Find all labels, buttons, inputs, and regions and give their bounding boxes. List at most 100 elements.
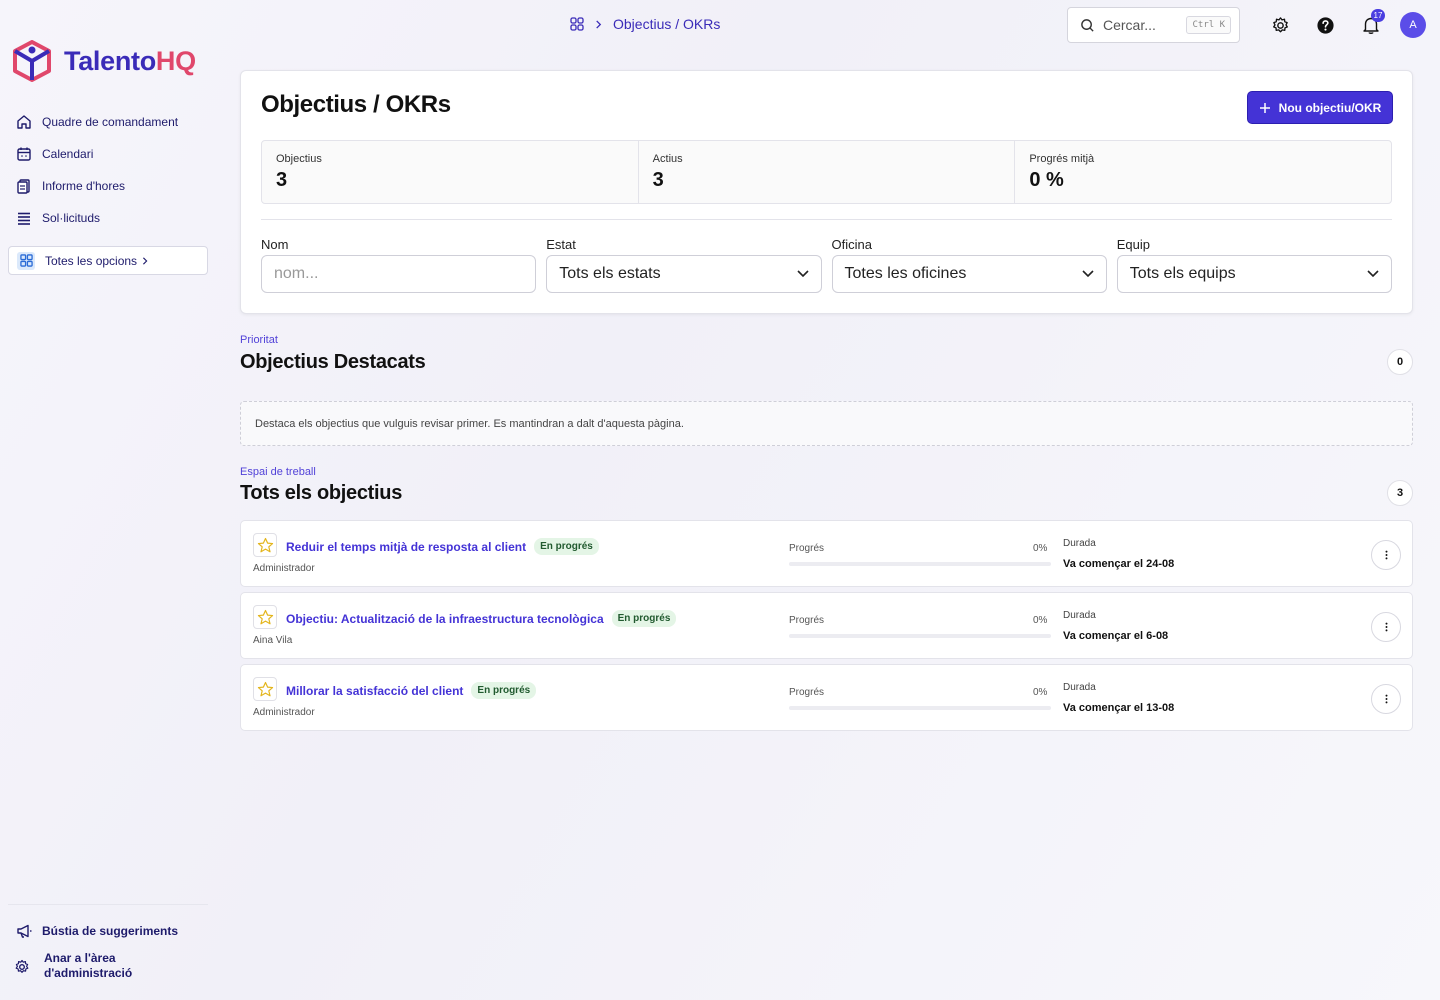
objective-title[interactable]: Millorar la satisfacció del client	[286, 684, 463, 698]
stat-avg-progress: Progrés mitjà 0 %	[1015, 141, 1391, 203]
team-select[interactable]: Tots els equips	[1116, 255, 1392, 293]
name-filter-placeholder: nom...	[274, 265, 319, 282]
duration-value: Va començar el 6-08	[1063, 630, 1169, 642]
admin-label-line1: Anar a l'àrea	[44, 951, 116, 965]
chevron-down-icon	[1082, 270, 1094, 278]
sidebar-footer: Bústia de suggeriments Anar a l'àrea d'a…	[8, 904, 208, 981]
settings-button[interactable]	[1269, 14, 1291, 36]
featured-title: Objectius Destacats	[240, 351, 426, 373]
more-options-button[interactable]	[1371, 612, 1401, 642]
objective-row[interactable]: Objectiu: Actualització de la infraestru…	[240, 592, 1413, 659]
objective-row[interactable]: Millorar la satisfacció del client En pr…	[240, 664, 1413, 731]
gear-icon	[1272, 16, 1288, 32]
filter-office: Oficina Totes les oficines	[831, 237, 1107, 293]
progress-value: 0%	[1033, 543, 1048, 554]
breadcrumb: Objectius / OKRs	[570, 16, 720, 32]
stats-bar: Objectius 3 Actius 3 Progrés mitjà 0 %	[261, 140, 1392, 204]
all-title: Tots els objectius	[240, 482, 403, 504]
status-badge: En progrés	[611, 610, 677, 627]
progress-bar	[789, 706, 1051, 710]
favorite-button[interactable]	[253, 677, 277, 701]
status-badge: En progrés	[534, 538, 599, 555]
more-options-button[interactable]	[1371, 540, 1401, 570]
star-icon	[257, 537, 273, 552]
favorite-button[interactable]	[253, 605, 277, 629]
stat-value: 3	[276, 169, 288, 191]
objective-row[interactable]: Reduir el temps mitjà de resposta al cli…	[240, 520, 1413, 587]
duration-value: Va començar el 24-08	[1063, 558, 1175, 570]
admin-label-line2: d'administració	[44, 966, 133, 980]
all-count: 3	[1387, 480, 1413, 506]
filter-label: Equip	[1116, 237, 1150, 252]
report-icon	[17, 179, 30, 194]
duration-value: Va començar el 13-08	[1063, 702, 1175, 714]
objective-title[interactable]: Reduir el temps mitjà de resposta al cli…	[286, 540, 526, 554]
featured-kicker: Prioritat	[240, 334, 278, 346]
status-select[interactable]: Tots els estats	[546, 255, 822, 293]
stat-objectives: Objectius 3	[262, 141, 639, 203]
notifications-button[interactable]: 17	[1360, 9, 1385, 36]
breadcrumb-current[interactable]: Objectius / OKRs	[613, 16, 720, 32]
objective-owner: Aina Vila	[253, 635, 293, 646]
search-input[interactable]: Cercar... Ctrl K	[1067, 7, 1240, 43]
duration-label: Durada	[1063, 538, 1096, 549]
filter-name: Nom nom...	[261, 237, 537, 293]
more-options-button[interactable]	[1371, 684, 1401, 714]
sidebar-item-label: Informe d'hores	[42, 179, 125, 193]
sidebar-item-all-options[interactable]: Totes les opcions	[8, 246, 208, 275]
status-select-value: Tots els estats	[559, 265, 661, 282]
progress-bar	[789, 562, 1051, 566]
name-filter-input[interactable]: nom...	[261, 255, 537, 293]
apps-icon[interactable]	[570, 17, 584, 31]
new-objective-label: Nou objectiu/OKR	[1278, 100, 1382, 115]
notifications-badge: 17	[1371, 9, 1385, 22]
stat-value: 0 %	[1029, 169, 1064, 191]
page-title: Objectius / OKRs	[261, 91, 451, 118]
logo-text: TalentoHQ	[64, 45, 196, 76]
featured-count: 0	[1387, 349, 1413, 375]
star-icon	[257, 609, 273, 624]
sidebar-item-calendar[interactable]: Calendari	[8, 138, 208, 170]
help-button[interactable]	[1314, 14, 1336, 36]
sidebar-item-hours-report[interactable]: Informe d'hores	[8, 170, 208, 202]
megaphone-icon	[17, 924, 32, 938]
suggestions-link[interactable]: Bústia de suggeriments	[8, 917, 208, 945]
office-select-value: Totes les oficines	[844, 265, 967, 282]
sidebar-nav: Quadre de comandament Calendari Informe …	[8, 106, 208, 275]
list-icon	[18, 212, 30, 225]
filter-label: Oficina	[831, 237, 872, 252]
admin-area-link[interactable]: Anar a l'àrea d'administració	[8, 951, 208, 981]
team-select-value: Tots els equips	[1129, 265, 1236, 282]
help-icon	[1316, 16, 1334, 34]
office-select[interactable]: Totes les oficines	[831, 255, 1107, 293]
all-kicker: Espai de treball	[240, 466, 316, 478]
plus-icon	[1259, 102, 1270, 113]
featured-empty-state: Destaca els objectius que vulguis revisa…	[240, 401, 1413, 446]
filters: Nom nom... Estat Tots els estats Oficina…	[261, 237, 1392, 293]
sidebar-item-requests[interactable]: Sol·licituds	[8, 202, 208, 234]
progress-label: Progrés	[789, 615, 825, 626]
stat-label: Objectius	[276, 153, 322, 165]
sidebar-item-label: Sol·licituds	[42, 211, 101, 225]
calendar-icon	[17, 147, 31, 161]
new-objective-button[interactable]: Nou objectiu/OKR	[1247, 91, 1393, 124]
sidebar-item-label: Quadre de comandament	[42, 115, 179, 129]
more-vertical-icon	[1385, 694, 1387, 704]
more-vertical-icon	[1385, 622, 1387, 632]
duration-label: Durada	[1063, 682, 1096, 693]
summary-card: Objectius / OKRs Nou objectiu/OKR Object…	[240, 70, 1413, 314]
status-badge: En progrés	[471, 682, 537, 699]
objective-owner: Administrador	[253, 563, 315, 574]
progress-bar	[789, 634, 1051, 638]
avatar[interactable]: A	[1400, 12, 1426, 38]
divider	[261, 219, 1392, 220]
empty-text: Destaca els objectius que vulguis revisa…	[255, 417, 684, 430]
objective-title[interactable]: Objectiu: Actualització de la infraestru…	[286, 612, 604, 626]
chevron-right-icon	[596, 19, 602, 29]
sidebar-item-dashboard[interactable]: Quadre de comandament	[8, 106, 208, 138]
favorite-button[interactable]	[253, 533, 277, 557]
stat-label: Actius	[652, 153, 683, 165]
more-vertical-icon	[1385, 550, 1387, 560]
search-placeholder: Cercar...	[1103, 17, 1156, 33]
logo[interactable]: TalentoHQ	[12, 40, 196, 82]
